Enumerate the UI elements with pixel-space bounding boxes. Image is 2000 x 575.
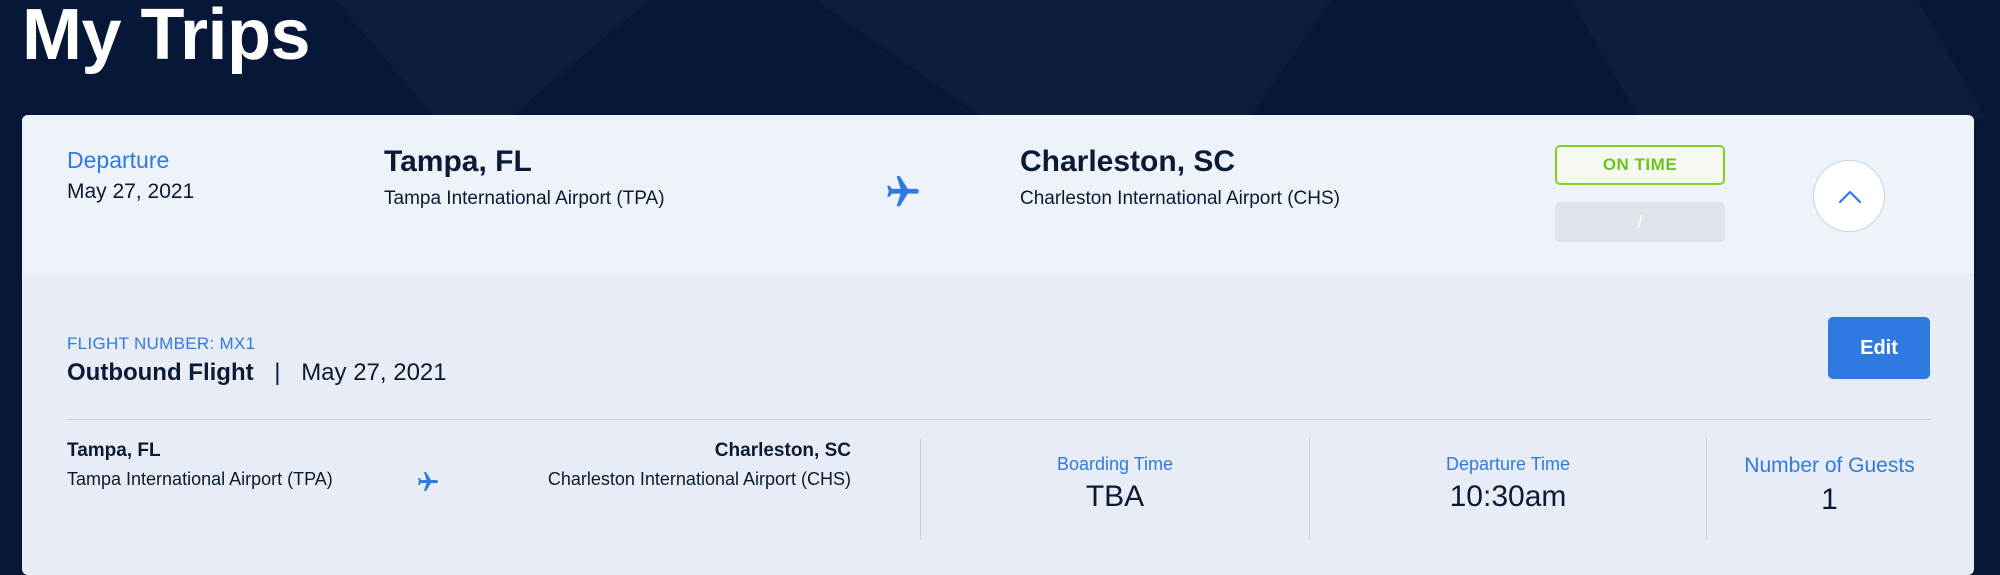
guests-label: Number of Guests (1744, 454, 1915, 477)
destination-city: Charleston, SC (1020, 145, 1236, 178)
outbound-heading: Outbound Flight | May 27, 2021 (67, 359, 447, 387)
origin-city: Tampa, FL (384, 145, 532, 178)
origin-airport: Tampa International Airport (TPA) (384, 188, 665, 209)
departure-time-value: 10:30am (1449, 480, 1567, 513)
edit-button[interactable]: Edit (1828, 317, 1930, 379)
departure-label: Departure (67, 147, 170, 173)
outbound-title: Outbound Flight (67, 359, 254, 386)
boarding-time-value: TBA (1085, 480, 1145, 513)
departure-date: May 27, 2021 (67, 180, 195, 203)
guests-value: 1 (1821, 483, 1838, 516)
detail-origin-city: Tampa, FL (67, 440, 161, 461)
flight-number: FLIGHT NUMBER: MX1 (67, 334, 256, 353)
boarding-time-label: Boarding Time (1056, 454, 1174, 474)
page-title: My Trips (22, 0, 311, 75)
outbound-date: May 27, 2021 (301, 359, 447, 386)
airplane-icon (887, 176, 919, 207)
time-range-pill: / (1555, 202, 1725, 242)
trip-card: Departure May 27, 2021 Tampa, FL Tampa I… (22, 115, 1974, 575)
detail-origin-airport: Tampa International Airport (TPA) (67, 469, 333, 489)
destination-airport: Charleston International Airport (CHS) (1020, 188, 1340, 209)
departure-time-label: Departure Time (1445, 454, 1571, 474)
heading-separator: | (274, 359, 281, 386)
detail-destination-city: Charleston, SC (714, 440, 851, 461)
divider (67, 419, 1930, 420)
detail-destination-airport: Charleston International Airport (CHS) (547, 469, 851, 489)
collapse-button[interactable] (1813, 160, 1885, 232)
trip-summary: Departure May 27, 2021 Tampa, FL Tampa I… (22, 115, 1974, 273)
chevron-up-icon (1838, 190, 1862, 204)
airplane-icon (418, 472, 438, 491)
status-badge: ON TIME (1555, 145, 1725, 185)
